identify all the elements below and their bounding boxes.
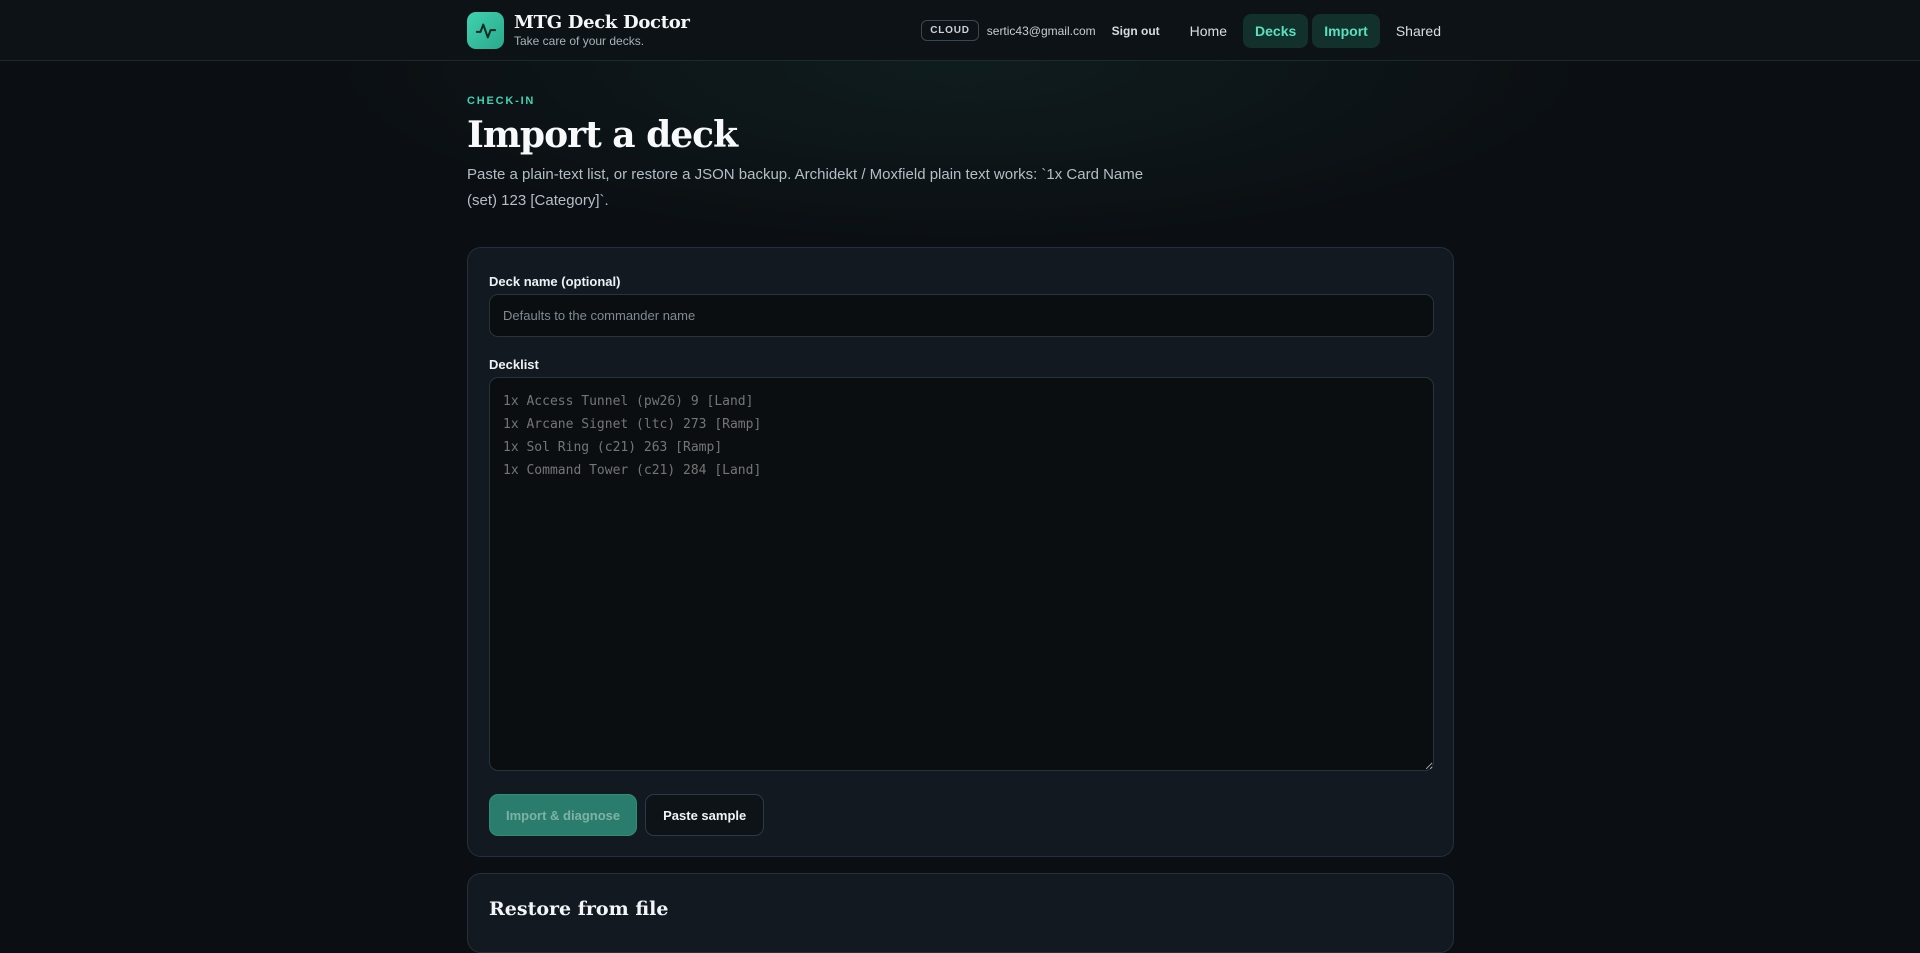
top-bar-content: MTG Deck Doctor Take care of your decks.… [467,0,1453,61]
restore-card: Restore from file [467,873,1454,953]
brand-subtitle: Take care of your decks. [514,34,645,48]
import-card: Deck name (optional) Decklist Import & d… [467,247,1454,857]
main-nav: CLOUD sertic43@gmail.com Sign out Home D… [921,13,1453,48]
top-bar: MTG Deck Doctor Take care of your decks.… [0,0,1920,61]
form-actions: Import & diagnose Paste sample [489,794,765,836]
sign-out-button[interactable]: Sign out [1112,24,1160,38]
page-title: Import a deck [467,114,738,156]
brand-text: MTG Deck Doctor Take care of your decks. [514,12,690,49]
user-email: sertic43@gmail.com [986,23,1096,38]
paste-sample-button[interactable]: Paste sample [645,794,765,836]
decklist-textarea[interactable] [489,377,1434,771]
brand[interactable]: MTG Deck Doctor Take care of your decks. [467,12,690,49]
decklist-label: Decklist [489,357,539,372]
nav-import[interactable]: Import [1312,13,1380,48]
nav-decks[interactable]: Decks [1243,13,1309,48]
nav-shared[interactable]: Shared [1384,14,1453,48]
page-intro: Paste a plain-text list, or restore a JS… [467,166,1144,209]
pulse-logo-icon [467,12,504,49]
import-diagnose-button[interactable]: Import & diagnose [489,794,638,836]
deck-name-label: Deck name (optional) [489,274,621,289]
deck-name-input[interactable] [489,294,1434,337]
nav-home[interactable]: Home [1178,14,1239,48]
cloud-badge: CLOUD [921,20,979,41]
page-eyebrow: CHECK-IN [467,95,536,107]
brand-title: MTG Deck Doctor [514,12,690,33]
restore-title: Restore from file [489,898,669,920]
